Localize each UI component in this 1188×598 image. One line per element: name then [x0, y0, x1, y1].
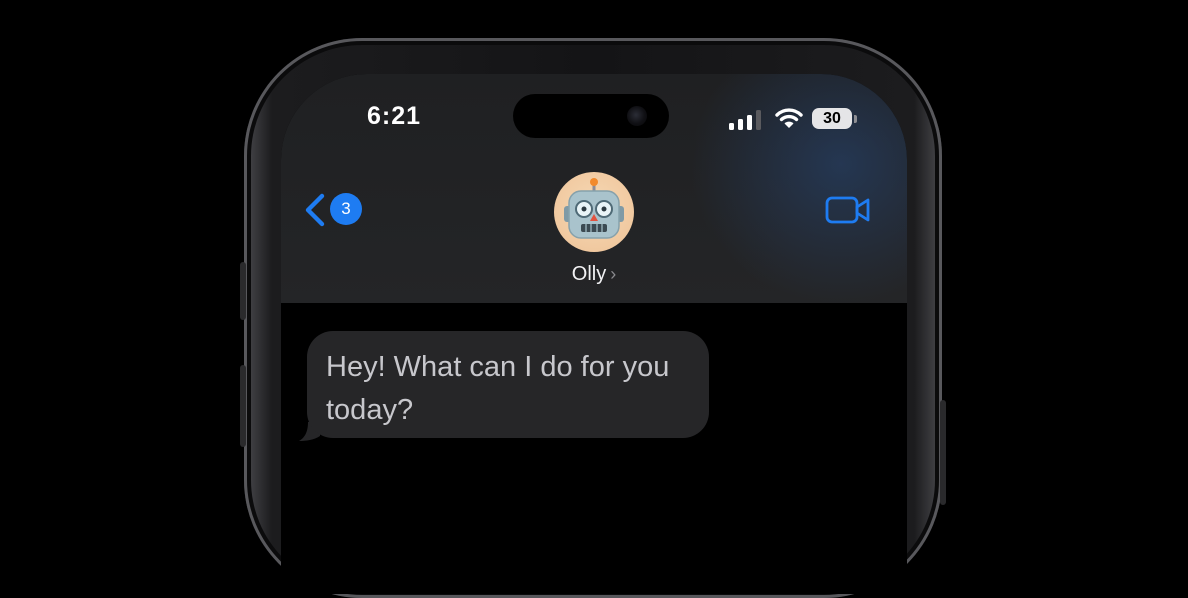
- contact-avatar[interactable]: [554, 172, 634, 252]
- contact-name: Olly: [571, 263, 607, 285]
- phone-side-button: [240, 365, 246, 447]
- chevron-left-icon: [305, 193, 325, 227]
- phone-screen: 6:21 30 3 Olly › Hey! What can I do for …: [281, 74, 907, 594]
- incoming-message-bubble: Hey! What can I do for you today?: [307, 331, 709, 438]
- cellular-signal-icon: [729, 110, 763, 130]
- robot-icon: [564, 178, 624, 239]
- wifi-icon: [775, 108, 803, 128]
- status-time: 6:21: [367, 102, 422, 130]
- dynamic-island: [513, 94, 669, 138]
- battery-level: 30: [823, 110, 841, 127]
- phone-side-button: [940, 400, 946, 505]
- chevron-right-icon: ›: [610, 264, 617, 284]
- message-text: Hey! What can I do for you today?: [326, 351, 670, 426]
- back-button[interactable]: 3: [303, 189, 367, 229]
- conversation-header: 6:21 30 3 Olly ›: [281, 74, 907, 303]
- battery-icon: 30: [812, 108, 852, 129]
- unread-count-badge: 3: [330, 193, 362, 225]
- phone-side-button: [240, 262, 246, 320]
- battery-nub: [854, 115, 857, 123]
- contact-name-button[interactable]: Olly ›: [521, 263, 667, 289]
- front-camera-icon: [627, 106, 647, 126]
- video-call-icon[interactable]: [825, 194, 871, 226]
